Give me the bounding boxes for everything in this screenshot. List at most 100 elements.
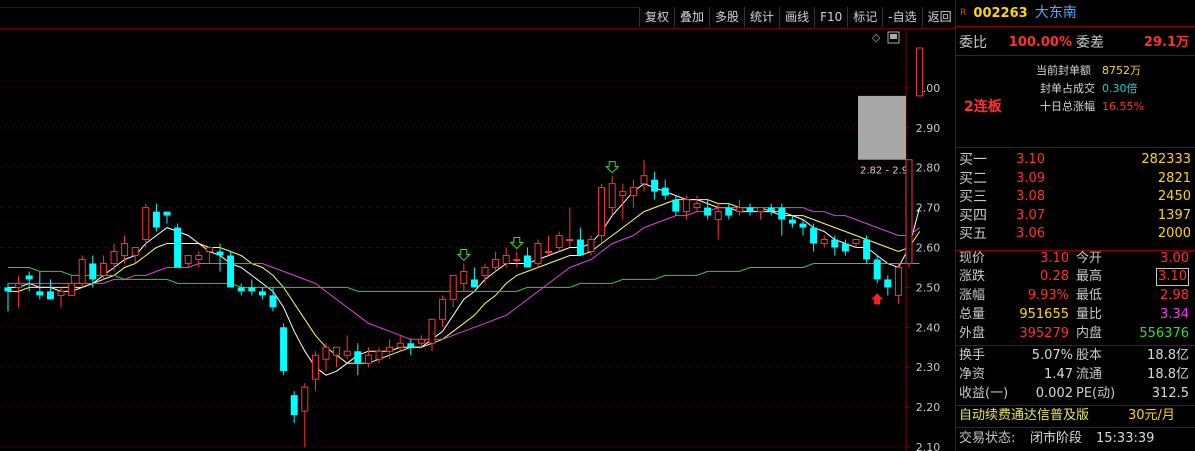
vol-row: 总量 951655 量比 3.34 [956, 305, 1195, 325]
weibi-label: 委比 [959, 35, 987, 51]
candle-body [693, 203, 701, 209]
candlestick-chart: 3.002.902.802.702.602.502.402.302.202.10… [0, 28, 941, 451]
candle-body [4, 287, 12, 292]
quote-panel: R 002263 大东南 委比 100.00% 委差 29.1万 当前封单额 8… [956, 0, 1195, 451]
candle-body [767, 207, 775, 212]
bid-row: 买三 3.08 2450 [956, 187, 1195, 207]
chart-header-border [0, 28, 955, 29]
out-value: 395279 [1019, 326, 1069, 341]
candle-body [428, 318, 436, 344]
up-arrow-icon [871, 293, 884, 305]
now-row: 现价 3.10 今开 3.00 [956, 249, 1195, 269]
candle-body [576, 239, 584, 256]
candle-body [545, 250, 553, 253]
r-mark: R [960, 8, 967, 18]
candle-body [343, 350, 351, 356]
candle-body [364, 354, 372, 364]
candle-body [841, 243, 849, 252]
candle-body [216, 251, 224, 256]
chart-toolbar: 复权 叠加 多股 统计 画线 F10 标记 -自选 返回 [639, 7, 958, 27]
candle-body [799, 223, 807, 228]
seal-amount-row: 当前封单额 8752万 [956, 62, 1195, 80]
streak-badge: 2连板 [964, 99, 1002, 115]
candle-body [873, 259, 881, 280]
candle-body [640, 175, 648, 185]
candle-body [311, 354, 319, 380]
candle-body [25, 275, 33, 280]
candle-body [407, 343, 415, 348]
candle-body [831, 239, 839, 248]
candle-body [672, 199, 680, 212]
low-value: 2.98 [1160, 288, 1189, 303]
candle-body [68, 282, 76, 296]
candle-body [354, 351, 362, 364]
in-label: 内盘 [1076, 326, 1103, 341]
bid-price: 3.10 [1016, 152, 1045, 167]
f10-button[interactable]: F10 [814, 7, 849, 27]
candle-body [555, 235, 563, 249]
candle-body [301, 386, 309, 412]
candle-body [248, 287, 256, 292]
bid-label: 买五 [959, 226, 987, 243]
open-value: 3.00 [1160, 251, 1189, 266]
remove-watchlist-button[interactable]: -自选 [882, 7, 923, 27]
y-tick-label: 2.40 [916, 321, 941, 334]
overlay-button[interactable]: 叠加 [674, 7, 711, 27]
eps-label: 收益(一) [959, 386, 1009, 401]
bid-volume: 2821 [1157, 170, 1191, 186]
buy-arrow-icon [456, 248, 472, 262]
bid-volume: 2450 [1157, 189, 1191, 205]
candle-body [110, 250, 118, 264]
weicha-value: 29.1万 [1143, 35, 1189, 50]
candle-body [735, 207, 743, 213]
candle-body [513, 258, 521, 261]
y-tick-label: 2.20 [916, 401, 941, 414]
nav-value: 1.47 [1044, 367, 1073, 382]
candle-body [661, 187, 669, 196]
status-row: 交易状态: 闭市阶段 15:33:39 [956, 428, 1195, 450]
pe-value: 312.5 [1151, 386, 1189, 401]
candle-body [195, 254, 203, 260]
bid-row: 买四 3.07 1397 [956, 206, 1195, 226]
candle-body [460, 270, 468, 284]
chg-value: 0.28 [1040, 269, 1069, 284]
candle-body [163, 211, 171, 216]
multi-stock-button[interactable]: 多股 [709, 7, 746, 27]
back-button[interactable]: 返回 [921, 7, 958, 27]
y-tick-label: 2.10 [916, 441, 941, 451]
candle-body [205, 247, 213, 252]
candle-body [916, 47, 924, 97]
candle-body [280, 327, 288, 372]
promo-row[interactable]: 自动续费通达信普及版 30元/月 [956, 405, 1195, 427]
eps-value: 0.002 [1035, 386, 1073, 401]
nav-row: 净资 1.47 流通 18.8亿 [956, 365, 1195, 385]
candle-body [714, 211, 722, 221]
diamond-icon: ◇ [872, 31, 881, 44]
turnover-label: 换手 [959, 348, 986, 363]
restore-rights-button[interactable]: 复权 [639, 7, 676, 27]
draw-line-button[interactable]: 画线 [779, 7, 816, 27]
candle-body [629, 187, 637, 197]
candle-body [746, 207, 754, 212]
mark-button[interactable]: 标记 [847, 7, 884, 27]
ratio-label: 量比 [1076, 307, 1103, 322]
weicha-label: 委差 [1076, 35, 1104, 51]
chg-label: 涨跌 [959, 269, 986, 284]
candle-body [682, 199, 690, 213]
y-tick-label: 2.60 [916, 242, 941, 255]
limit-box [858, 95, 906, 160]
y-tick-label: 2.90 [916, 122, 941, 135]
capital-value: 18.8亿 [1147, 348, 1189, 363]
promo-price[interactable]: 30元/月 [1128, 405, 1175, 427]
candle-body [651, 179, 659, 192]
capital-label: 股本 [1076, 348, 1103, 363]
separator [956, 147, 1195, 148]
statistics-button[interactable]: 统计 [744, 7, 781, 27]
now-value: 3.10 [1040, 251, 1069, 266]
bid-price: 3.08 [1016, 189, 1045, 205]
stock-code: 002263 [973, 6, 1028, 21]
candle-body [884, 279, 892, 288]
ratio-value: 3.34 [1160, 307, 1189, 322]
promo-text[interactable]: 自动续费通达信普及版 [959, 405, 1089, 427]
bid-price: 3.06 [1016, 226, 1045, 242]
